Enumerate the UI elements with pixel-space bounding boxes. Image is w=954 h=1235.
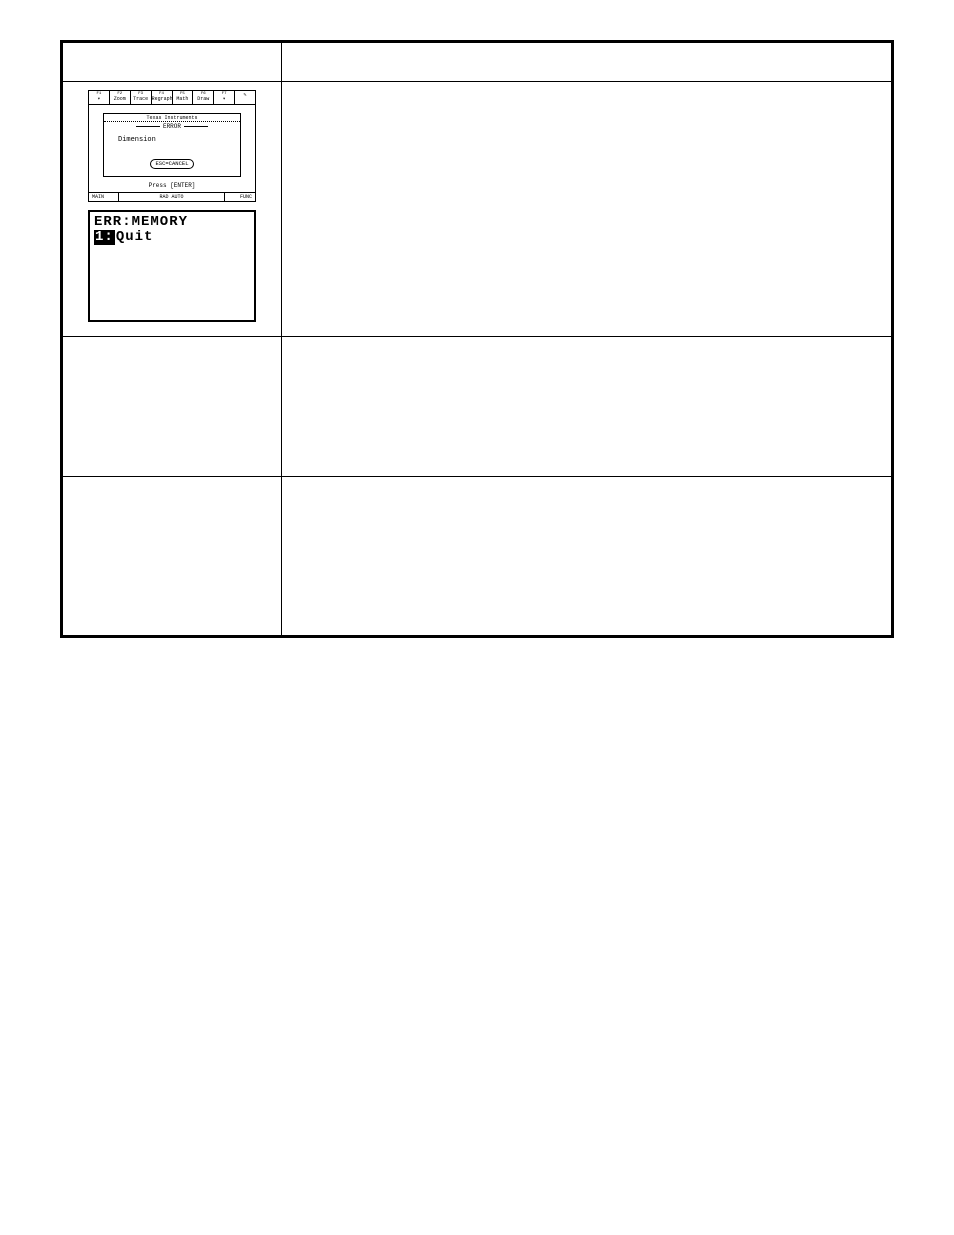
cell-blank [282,82,893,337]
ti83-quit-label: Quit [116,229,154,245]
table-row [62,42,893,82]
esc-cancel-button[interactable]: ESC=CANCEL [150,159,193,169]
cell-screenshots: F1▾ F2Zoom F3Trace F4Regraph F5Math F6Dr… [62,82,282,337]
ti89-tab: F4Regraph [152,91,173,104]
cell-blank [282,477,893,637]
ti89-dialog-title: ERROR [104,122,240,132]
cell-blank [62,42,282,82]
ti83-screenshot: ERR:MEMORY 1:Quit [88,210,256,322]
main-table: F1▾ F2Zoom F3Trace F4Regraph F5Math F6Dr… [60,40,894,638]
cell-blank [62,337,282,477]
ti89-tab: F2Zoom [110,91,131,104]
ti89-toolbar: F1▾ F2Zoom F3Trace F4Regraph F5Math F6Dr… [89,91,255,105]
ti83-selected-index: 1: [94,230,115,245]
ti89-screenshot: F1▾ F2Zoom F3Trace F4Regraph F5Math F6Dr… [88,90,256,202]
table-row [62,337,893,477]
ti89-press-enter: Press [ENTER] [89,182,255,189]
cell-blank [282,337,893,477]
pencil-icon: ✎ [244,92,247,98]
table-row: F1▾ F2Zoom F3Trace F4Regraph F5Math F6Dr… [62,82,893,337]
cell-blank [282,42,893,82]
status-func: FUNC [225,193,255,201]
ti89-tab: F5Math [173,91,194,104]
page: F1▾ F2Zoom F3Trace F4Regraph F5Math F6Dr… [0,0,954,698]
ti89-tab: F6Draw [193,91,214,104]
table-row [62,477,893,637]
cell-blank [62,477,282,637]
status-main: MAIN [89,193,119,201]
ti89-tab: F1▾ [89,91,110,104]
ti89-error-dialog: Texas Instruments ERROR Dimension ESC=CA… [103,113,241,177]
ti89-esc-row: ESC=CANCEL [104,154,240,169]
ti89-banner: Texas Instruments [104,114,240,122]
ti89-tab: F3Trace [131,91,152,104]
ti83-error-line: ERR:MEMORY [94,215,250,230]
ti89-error-message: Dimension [104,132,240,144]
status-mode: RAD AUTO [119,193,225,201]
ti89-tab: F7▾ [214,91,235,104]
ti83-menu-item[interactable]: 1:Quit [94,230,250,245]
ti89-status-bar: MAIN RAD AUTO FUNC [89,192,255,201]
ti89-tab: ✎ [235,91,255,104]
